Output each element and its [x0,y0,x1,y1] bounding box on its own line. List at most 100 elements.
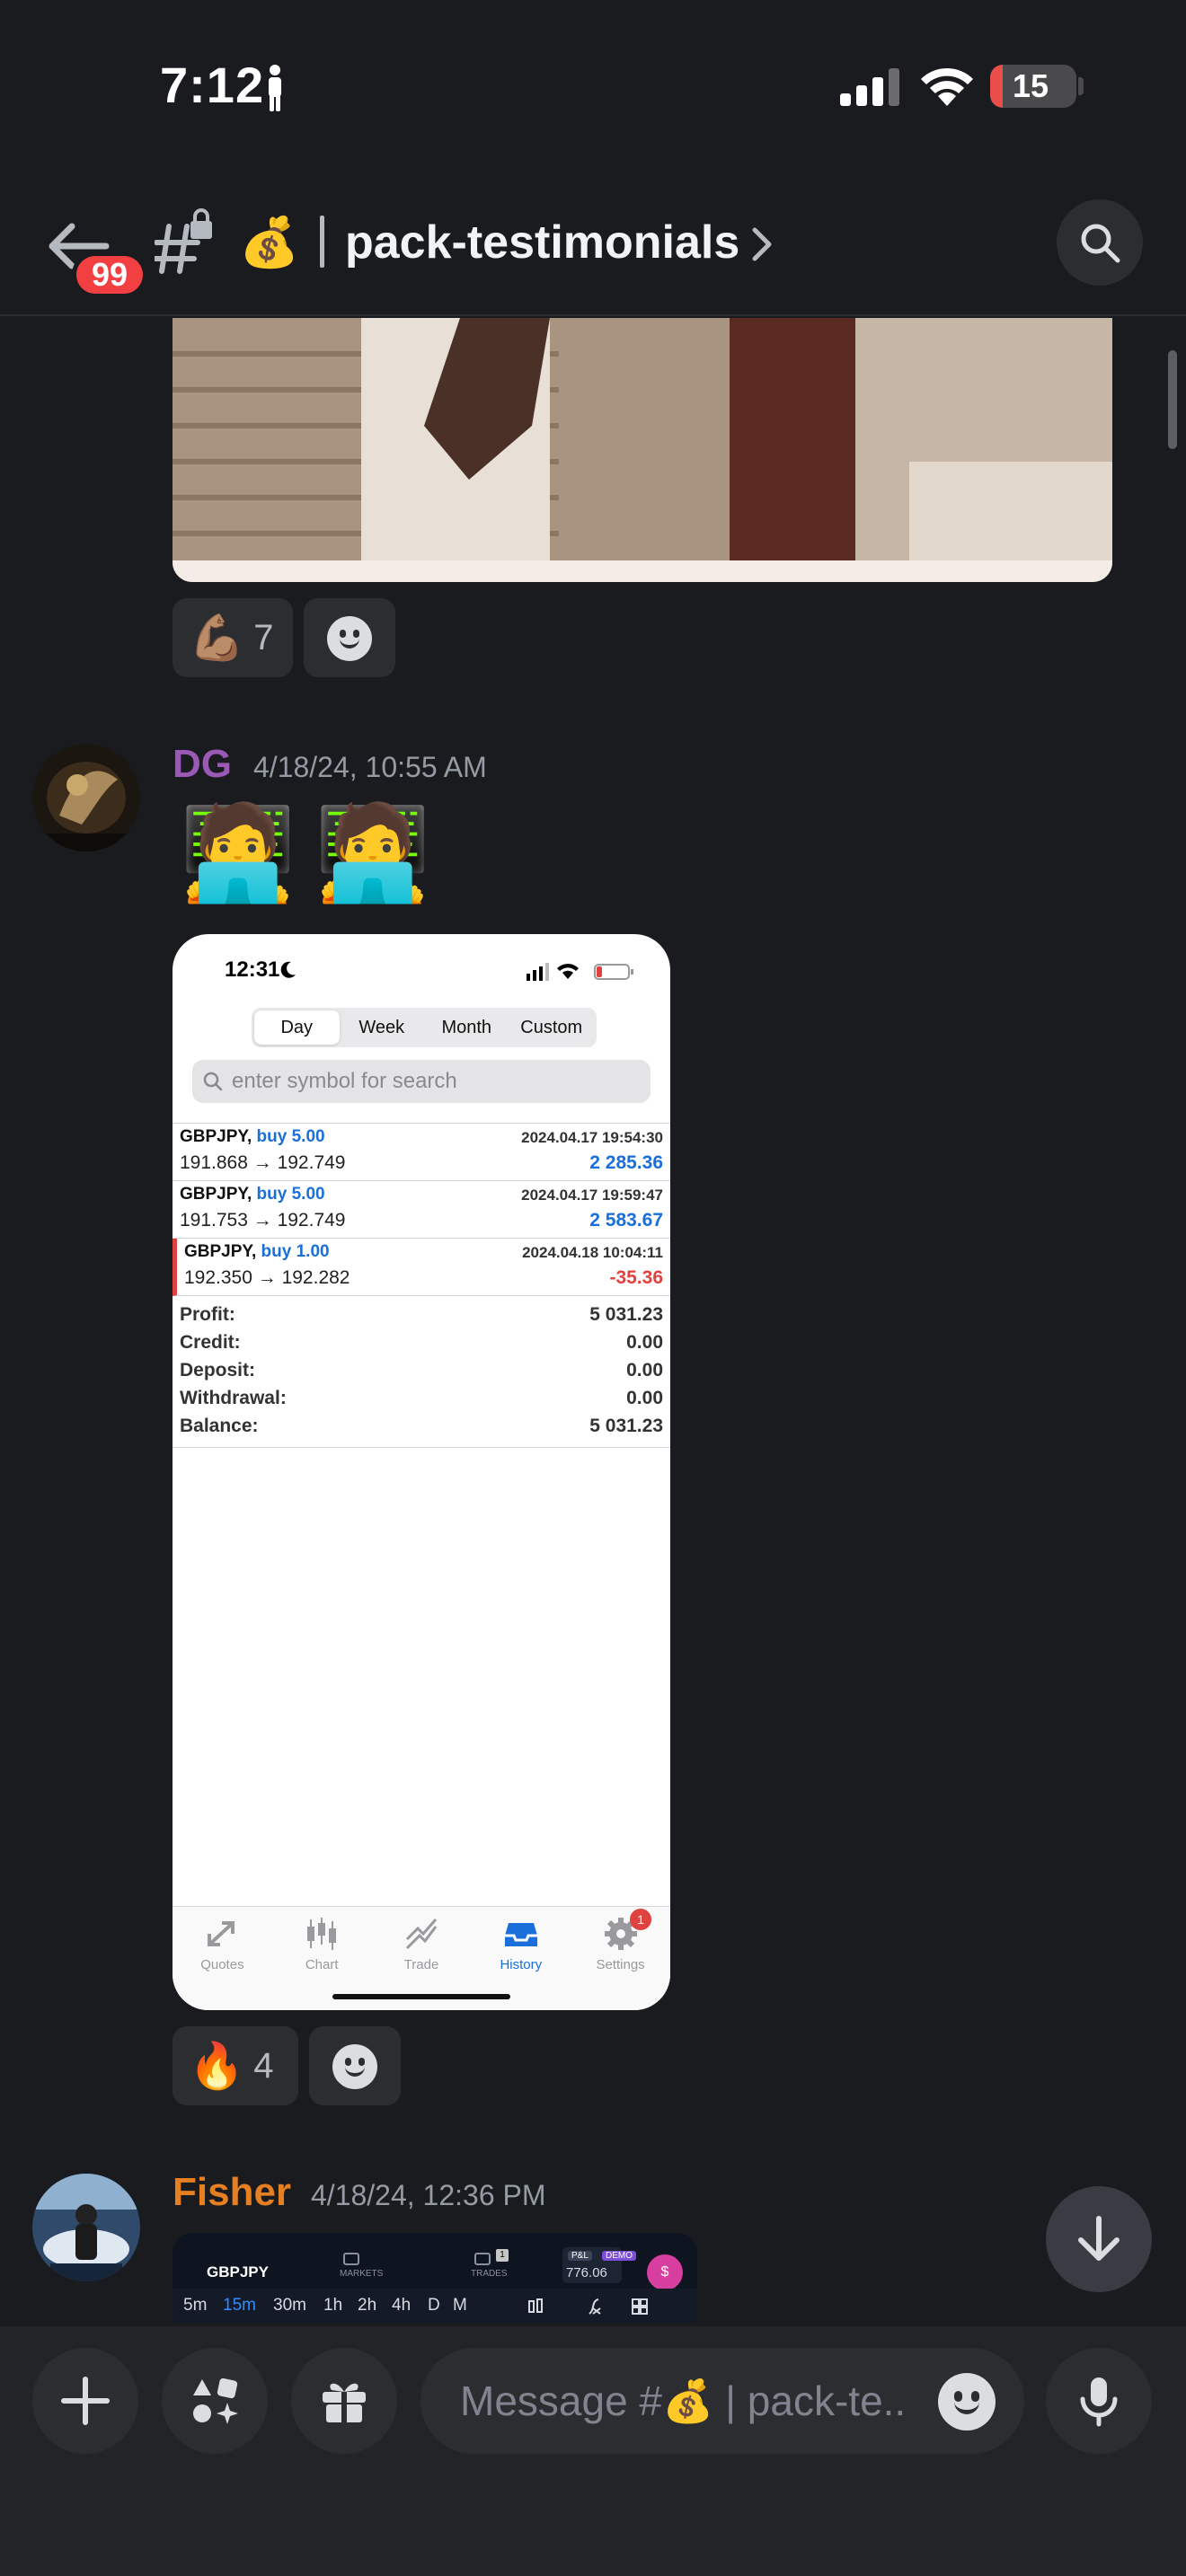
timeframe: 2h [358,2296,377,2315]
summary-row: Withdrawal: 0.00 [173,1386,670,1414]
trade-prices: 191.868 → 192.749 [180,1152,346,1173]
scrollbar-thumb[interactable] [1168,350,1177,449]
voice-message-button[interactable] [1046,2348,1152,2454]
message-placeholder: Message #💰 | pack-te.. [460,2378,907,2424]
add-reaction-button[interactable] [309,2026,401,2105]
trade-side: buy 5.00 [256,1127,325,1146]
search-icon [203,1072,223,1091]
tab-settings[interactable]: 1 Settings [571,1907,670,2010]
status-bar: 7:12 15 [0,0,1186,171]
plus-icon [61,2377,110,2425]
trade-row[interactable]: GBPJPY, buy 5.00 2024.04.17 19:54:30 191… [173,1124,670,1181]
symbol-search-input[interactable]: enter symbol for search [192,1060,651,1103]
gift-button[interactable] [291,2348,397,2454]
channel-title[interactable]: pack-testimonials [345,208,739,277]
tab-label: Quotes [200,1957,244,1972]
candles-icon [528,2298,543,2313]
person-icon [269,65,281,111]
search-icon [1081,224,1120,263]
history-icon [504,1923,537,1946]
smiley-icon [327,616,372,661]
channel-emoji: 💰 [239,216,300,269]
tab-quotes[interactable]: Quotes [173,1907,272,2010]
trades-badge: 1 [496,2249,509,2262]
trade-symbol: GBPJPY, [184,1242,257,1261]
reaction-flexed-biceps[interactable]: 💪🏽 7 [173,598,293,677]
segment-custom[interactable]: Custom [509,1010,595,1045]
trade-side: buy 5.00 [256,1185,325,1204]
trade-row[interactable]: GBPJPY, buy 5.00 2024.04.17 19:59:47 191… [173,1181,670,1239]
summary-row: Balance: 5 031.23 [173,1414,670,1442]
trade-date: 2024.04.18 10:04:11 [522,1244,663,1261]
segment-day[interactable]: Day [254,1010,340,1045]
timeframe-bar: 5m 15m 30m 1h 2h 4h D M [173,2289,697,2323]
indicators-icon [589,2298,601,2315]
avatar[interactable] [32,744,140,851]
smiley-icon [332,2044,377,2089]
search-placeholder: enter symbol for search [232,1069,457,1093]
summary-label: Withdrawal: [180,1388,287,1408]
apps-icon [193,2378,238,2424]
summary-row: Credit: 0.00 [173,1330,670,1358]
gif-attachment[interactable] [173,318,1112,582]
author-name[interactable]: DG [173,742,232,787]
summary-value: 0.00 [626,1388,663,1408]
trade-history-list: GBPJPY, buy 5.00 2024.04.17 19:54:30 191… [173,1123,670,1296]
dollar-badge: $ [647,2254,683,2290]
wifi-icon [921,67,973,106]
period-segmented-control: Day Week Month Custom [252,1008,597,1047]
segment-month[interactable]: Month [424,1010,509,1045]
trade-symbol: GBPJPY, [180,1127,252,1146]
image-attachment[interactable]: GBPJPY MARKETS 1 TRADES P&L DEMO 776.06 … [173,2233,697,2323]
summary-row: Deposit: 0.00 [173,1358,670,1386]
add-attachment-button[interactable] [32,2348,138,2454]
gift-icon [323,2383,366,2422]
channel-header: 99 💰 pack-testimonials [0,171,1186,316]
tab-label: Chart [305,1957,339,1972]
tab-label: Settings [596,1957,645,1972]
reaction-emoji: 💪🏽 [189,613,245,663]
add-reaction-button[interactable] [304,598,395,677]
message-timestamp: 4/18/24, 12:36 PM [311,2179,546,2211]
segment-week[interactable]: Week [340,1010,425,1045]
tab-label: Trade [403,1957,439,1972]
arrow-down-icon [1078,2216,1120,2261]
emoji-picker-icon[interactable] [938,2373,996,2430]
home-indicator [332,1994,510,1999]
timeframe: 30m [273,2296,306,2315]
trade-profit: 2 583.67 [589,1210,663,1231]
timeframe: 5m [183,2296,208,2315]
message-input[interactable]: Message #💰 | pack-te.. [420,2348,1024,2454]
trades-icon [474,2253,491,2265]
pl-tag: P&L [568,2251,592,2261]
technologist-emoji: 🧑‍💻 [180,801,296,905]
trade-profit: -35.36 [609,1267,663,1288]
image-attachment[interactable]: 12:31 Day Week Month Custom enter symbol… [173,934,670,2010]
search-button[interactable] [1057,199,1143,286]
apps-button[interactable] [162,2348,268,2454]
avatar[interactable] [32,2174,140,2281]
summary-label: Profit: [180,1304,235,1325]
status-time: 7:12 [160,57,265,113]
settings-badge: 1 [630,1909,652,1930]
reaction-emoji: 🔥 [189,2041,245,2091]
reaction-fire[interactable]: 🔥 4 [173,2026,298,2105]
trade-row[interactable]: GBPJPY, buy 1.00 2024.04.18 10:04:11 192… [173,1239,670,1296]
jump-to-bottom-button[interactable] [1046,2186,1152,2292]
message-composer: Message #💰 | pack-te.. [0,2326,1186,2576]
microphone-icon [1080,2378,1118,2427]
trade-symbol: GBPJPY, [180,1185,252,1204]
unread-badge: 99 [72,251,147,298]
private-channel-hash-icon [155,208,212,274]
author-name[interactable]: Fisher [173,2170,291,2215]
cellular-signal-icon [840,68,899,106]
pl-value: 776.06 [566,2265,607,2280]
summary-label: Balance: [180,1416,259,1436]
chart-icon [307,1918,337,1950]
reaction-count: 4 [253,2045,274,2086]
timeframe: 4h [392,2296,412,2315]
trade-side: buy 1.00 [261,1242,330,1261]
status-icons [527,963,633,981]
chevron-right-icon[interactable] [751,226,773,262]
summary-label: Deposit: [180,1360,255,1381]
